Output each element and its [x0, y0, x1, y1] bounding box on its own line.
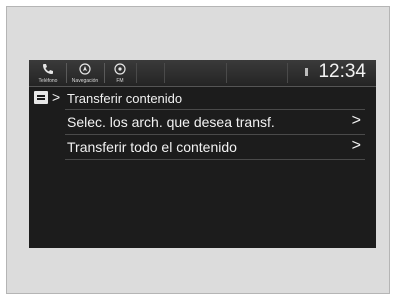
tab-navigation[interactable]: Navegación	[67, 60, 103, 86]
tab-phone[interactable]: Teléfono	[31, 60, 65, 86]
list-item-transfer-all[interactable]: Transferir todo el contenido >	[65, 136, 365, 160]
list-item-label: Transferir todo el contenido	[67, 139, 237, 155]
empty-tab-slot	[164, 63, 227, 83]
tab-fm-label: FM	[116, 78, 124, 84]
list-item-label: Selec. los arch. que desea transf.	[67, 114, 275, 130]
tab-fm[interactable]: FM	[105, 60, 135, 86]
phone-icon	[43, 64, 53, 74]
radio-icon	[114, 63, 126, 75]
chevron-right-icon: >	[52, 89, 61, 105]
status-indicator-icon	[305, 68, 308, 76]
chevron-right-icon: >	[351, 112, 361, 129]
empty-tab-slot	[226, 63, 288, 83]
infotainment-screen: Teléfono Navegación FM 12:34 > Transferi…	[29, 60, 376, 248]
list-item-select-files[interactable]: Selec. los arch. que desea transf. >	[65, 111, 365, 135]
menu-home-icon[interactable]	[34, 91, 48, 104]
empty-tab-slot	[136, 63, 165, 83]
clock: 12:34	[318, 61, 366, 82]
top-bar: Teléfono Navegación FM 12:34	[29, 60, 376, 87]
navigation-icon	[79, 63, 91, 75]
divider	[65, 109, 365, 110]
tab-navigation-label: Navegación	[71, 78, 99, 84]
page-title: Transferir contenido	[67, 91, 183, 106]
tab-phone-label: Teléfono	[38, 78, 58, 84]
breadcrumb: > Transferir contenido	[29, 87, 376, 109]
chevron-right-icon: >	[351, 137, 361, 154]
